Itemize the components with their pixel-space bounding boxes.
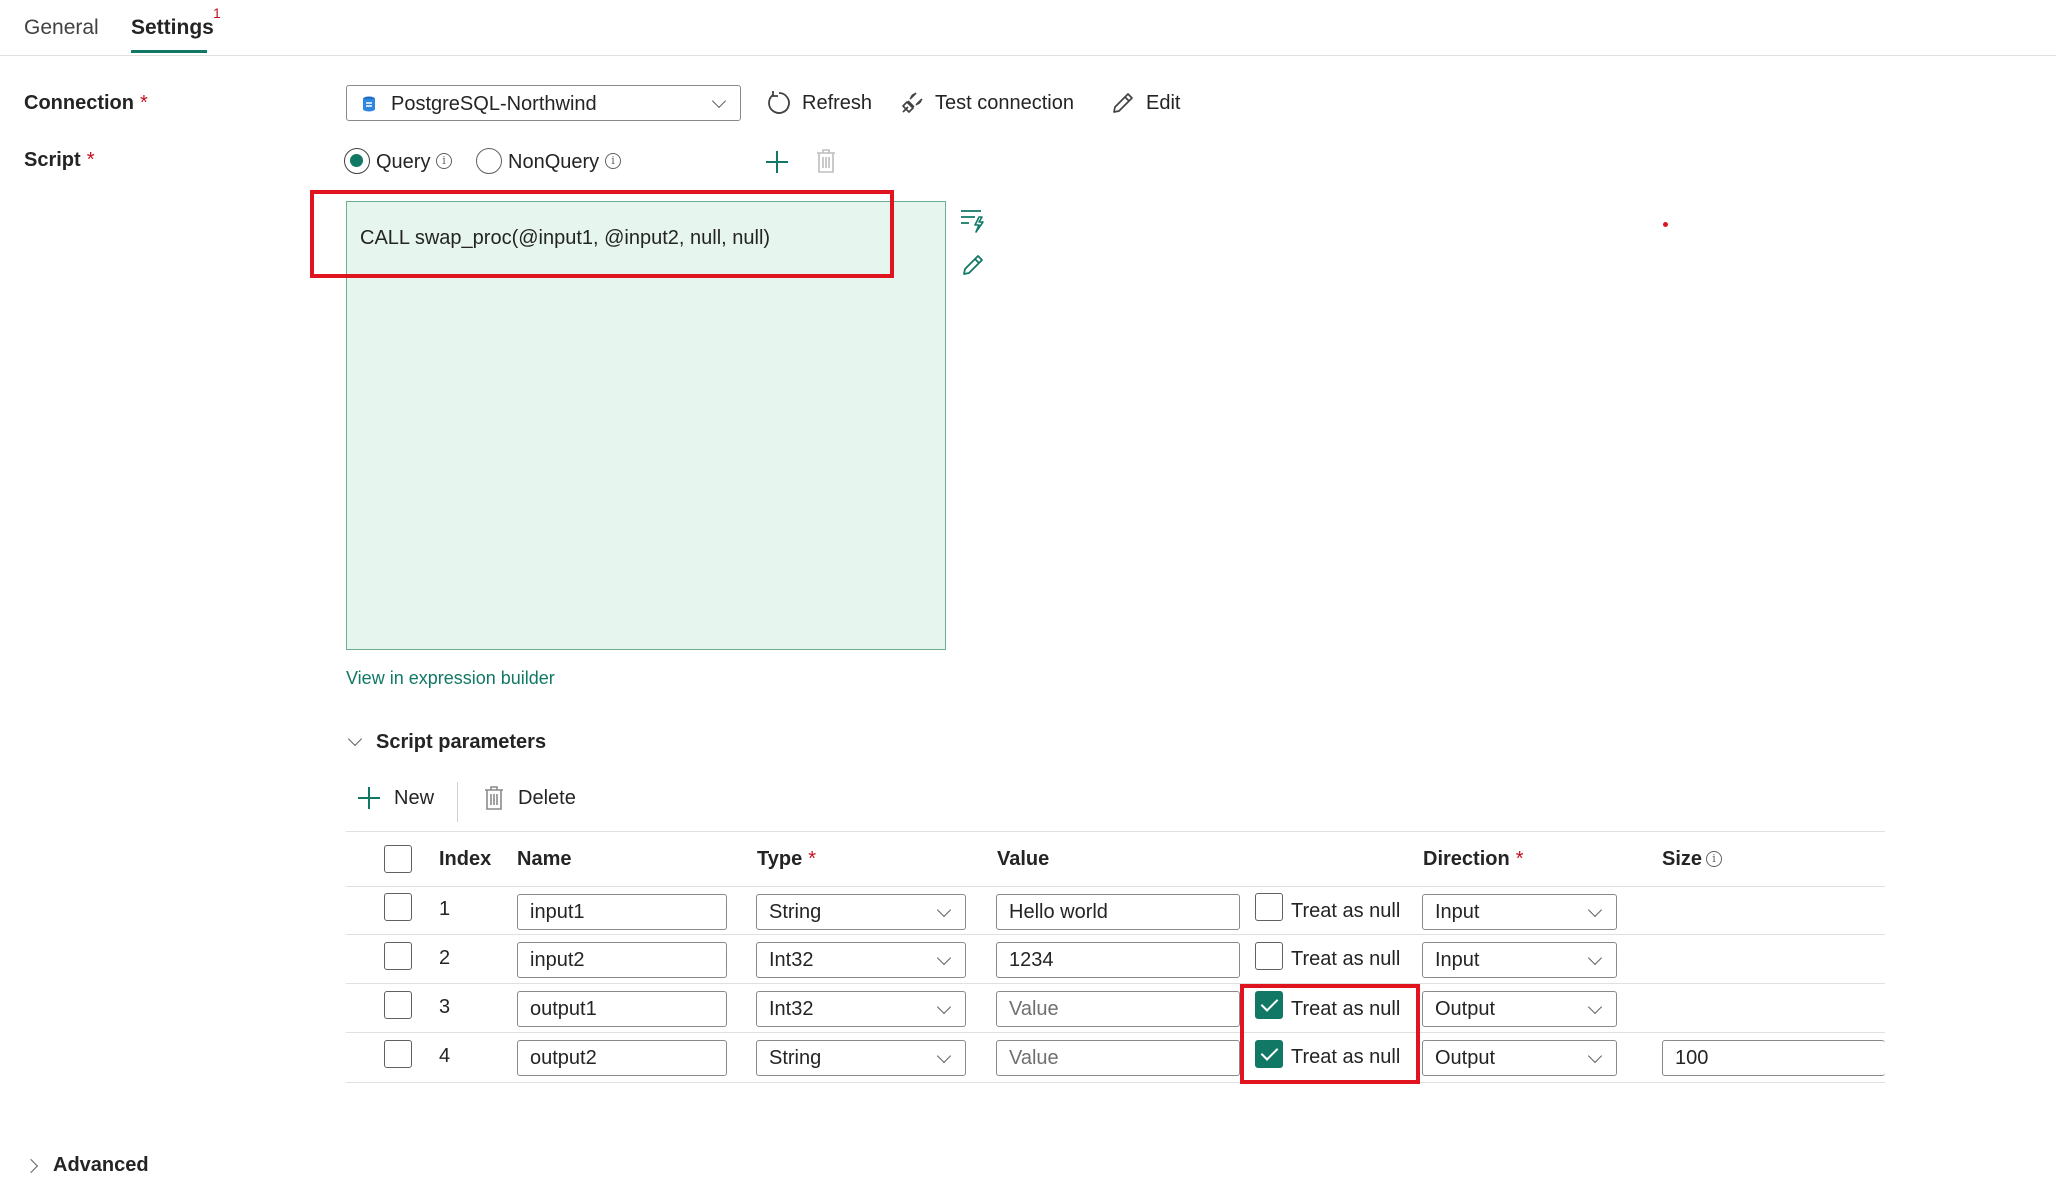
chevron-down-icon xyxy=(936,1048,952,1064)
chevron-down-icon[interactable] xyxy=(347,731,363,747)
param-direction-select[interactable]: Input xyxy=(1422,894,1617,930)
chevron-down-icon xyxy=(936,902,952,918)
header-index: Index xyxy=(439,848,492,870)
header-type: Type * xyxy=(757,848,816,870)
nonquery-info-icon[interactable]: i xyxy=(605,153,621,169)
refresh-icon xyxy=(768,91,790,114)
test-connection-button[interactable]: Test connection xyxy=(899,88,1074,118)
row-checkbox[interactable] xyxy=(384,893,412,921)
param-name-input[interactable]: output1 xyxy=(517,991,727,1027)
chevron-down-icon xyxy=(711,93,727,109)
refresh-label: Refresh xyxy=(802,91,873,114)
chevron-right-icon[interactable] xyxy=(23,1158,39,1174)
tab-settings[interactable]: Settings xyxy=(131,16,214,40)
connection-label: Connection * xyxy=(24,92,148,114)
row-checkbox[interactable] xyxy=(384,991,412,1019)
param-direction-select[interactable]: Output xyxy=(1422,991,1617,1027)
row-divider xyxy=(346,886,1885,887)
header-direction: Direction * xyxy=(1423,848,1524,870)
new-parameter-button[interactable]: New xyxy=(394,787,434,810)
param-value-input[interactable]: Hello world xyxy=(996,894,1240,930)
pencil-icon xyxy=(1113,93,1133,113)
expression-builder-link[interactable]: View in expression builder xyxy=(346,668,555,689)
treat-as-null-label: Treat as null xyxy=(1291,948,1401,970)
row-index: 3 xyxy=(439,996,451,1018)
connection-select-value: PostgreSQL-Northwind xyxy=(391,93,597,115)
active-tab-indicator xyxy=(131,50,207,53)
database-icon xyxy=(363,96,375,112)
script-highlight-box xyxy=(310,190,894,278)
param-type-select[interactable]: Int32 xyxy=(756,942,966,978)
connection-select[interactable]: PostgreSQL-Northwind xyxy=(346,85,741,121)
add-icon xyxy=(358,787,380,809)
nonquery-radio[interactable] xyxy=(476,148,502,174)
param-direction-select[interactable]: Output xyxy=(1422,1040,1617,1076)
edit-script-icon[interactable] xyxy=(960,252,986,278)
chevron-down-icon xyxy=(936,999,952,1015)
row-index: 1 xyxy=(439,898,451,920)
refresh-button[interactable]: Refresh xyxy=(766,88,872,118)
row-divider xyxy=(346,983,1885,984)
row-checkbox[interactable] xyxy=(384,942,412,970)
delete-script-icon[interactable] xyxy=(815,148,837,174)
treat-as-null-label: Treat as null xyxy=(1291,900,1401,922)
header-size: Size xyxy=(1662,848,1703,870)
treat-as-null-checkbox[interactable] xyxy=(1255,942,1283,970)
test-connection-label: Test connection xyxy=(935,91,1074,114)
param-type-select[interactable]: String xyxy=(756,1040,966,1076)
query-radio[interactable] xyxy=(344,148,370,174)
tab-settings-badge: 1 xyxy=(213,5,221,21)
red-marker-dot xyxy=(1663,222,1668,227)
row-divider xyxy=(346,934,1885,935)
row-divider xyxy=(346,1082,1885,1083)
delete-parameter-button[interactable]: Delete xyxy=(518,787,576,810)
size-info-icon[interactable]: i xyxy=(1706,851,1722,867)
treat-as-null-highlight-box xyxy=(1240,984,1420,1084)
script-label: Script * xyxy=(24,149,95,171)
plug-icon xyxy=(902,92,923,113)
nonquery-radio-label: NonQuery xyxy=(508,151,600,173)
param-value-input[interactable]: Value xyxy=(996,1040,1240,1076)
param-name-input[interactable]: input2 xyxy=(517,942,727,978)
chevron-down-icon xyxy=(1587,999,1603,1015)
edit-label: Edit xyxy=(1146,91,1181,114)
select-all-checkbox[interactable] xyxy=(384,845,412,873)
query-info-icon[interactable]: i xyxy=(436,153,452,169)
row-index: 4 xyxy=(439,1045,451,1067)
tab-divider xyxy=(0,55,2056,56)
row-checkbox[interactable] xyxy=(384,1040,412,1068)
param-type-select[interactable]: Int32 xyxy=(756,991,966,1027)
trash-icon xyxy=(485,786,503,810)
chevron-down-icon xyxy=(1587,950,1603,966)
table-top-border xyxy=(346,831,1885,832)
chevron-down-icon xyxy=(1587,1048,1603,1064)
treat-as-null-checkbox[interactable] xyxy=(1255,893,1283,921)
row-index: 2 xyxy=(439,947,451,969)
format-script-icon[interactable] xyxy=(958,206,986,234)
param-name-input[interactable]: input1 xyxy=(517,894,727,930)
add-script-icon[interactable] xyxy=(763,148,791,176)
chevron-down-icon xyxy=(936,950,952,966)
param-type-select[interactable]: String xyxy=(756,894,966,930)
chevron-down-icon xyxy=(1587,902,1603,918)
param-value-input[interactable]: 1234 xyxy=(996,942,1240,978)
param-direction-select[interactable]: Input xyxy=(1422,942,1617,978)
edit-connection-button[interactable]: Edit xyxy=(1110,88,1180,118)
advanced-toggle[interactable]: Advanced xyxy=(53,1154,149,1177)
param-value-input[interactable]: Value xyxy=(996,991,1240,1027)
param-name-input[interactable]: output2 xyxy=(517,1040,727,1076)
query-radio-label: Query xyxy=(376,151,431,173)
tab-general[interactable]: General xyxy=(24,16,99,40)
param-size-input[interactable]: 100 xyxy=(1662,1040,1885,1076)
header-value: Value xyxy=(997,848,1050,870)
row-divider xyxy=(346,1032,1885,1033)
script-parameters-toggle[interactable]: Script parameters xyxy=(376,731,546,754)
header-name: Name xyxy=(517,848,572,870)
toolbar-separator xyxy=(457,782,458,822)
